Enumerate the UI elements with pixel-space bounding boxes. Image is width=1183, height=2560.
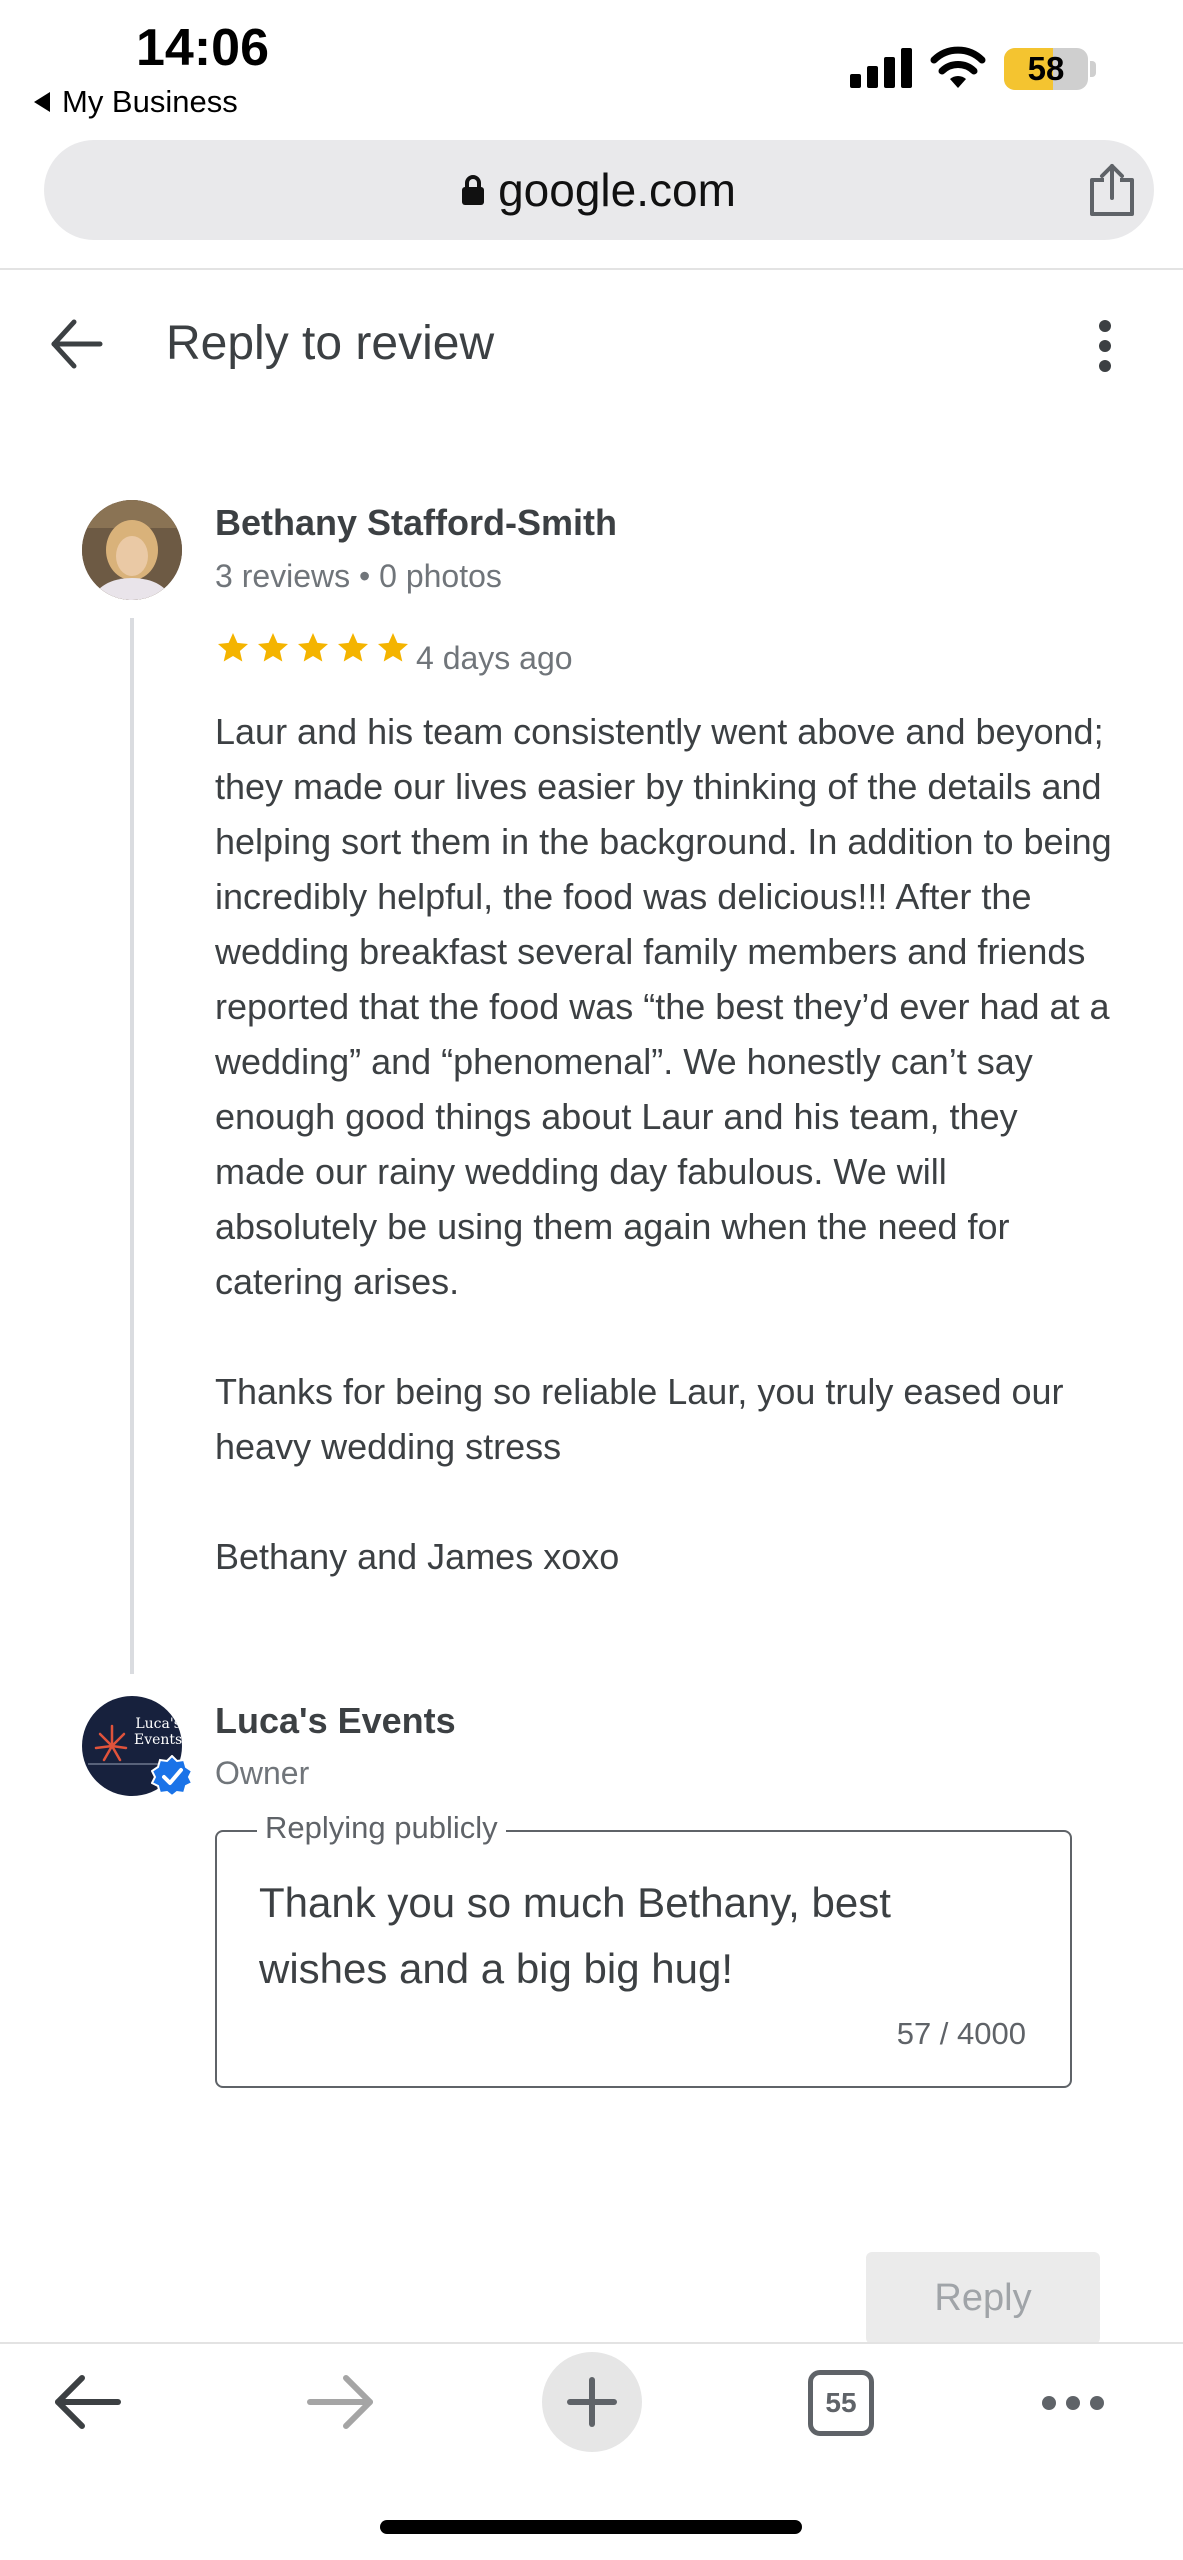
status-time: 14:06 (136, 19, 269, 77)
reply-textarea[interactable]: Thank you so much Bethany, best wishes a… (259, 1870, 1029, 2010)
review-date: 4 days ago (416, 640, 573, 676)
thread-line (130, 618, 134, 1674)
battery-indicator: 58 (1004, 48, 1096, 90)
star-rating (215, 630, 411, 666)
plus-icon (567, 2377, 617, 2427)
owner-role: Owner (215, 1755, 310, 1791)
review-paragraph: Thanks for being so reliable Laur, you t… (215, 1371, 1064, 1467)
reviewer-name: Bethany Stafford-Smith (215, 502, 618, 543)
top-divider (0, 268, 1183, 270)
back-triangle-icon (34, 92, 50, 112)
character-count: 57 / 4000 (896, 2016, 1026, 2051)
verified-badge-icon (151, 1755, 193, 1797)
share-icon[interactable] (1084, 162, 1140, 218)
tab-switcher-button[interactable]: 55 (808, 2370, 874, 2436)
reply-field-label: Replying publicly (257, 1810, 506, 1846)
reviewer-avatar (82, 500, 182, 600)
more-options-icon[interactable] (1090, 318, 1120, 374)
new-tab-button[interactable] (542, 2352, 642, 2452)
page-title: Reply to review (166, 317, 495, 370)
review-paragraph: Laur and his team consistently went abov… (215, 711, 1112, 1302)
cellular-signal-icon (850, 48, 912, 88)
star-icon (218, 633, 248, 662)
star-icon (298, 633, 328, 662)
lock-icon (462, 175, 485, 205)
home-indicator (380, 2520, 802, 2534)
star-icon (338, 633, 368, 662)
reply-button[interactable]: Reply (866, 2252, 1100, 2344)
owner-name: Luca's Events (215, 1700, 456, 1741)
address-bar[interactable]: google.com (44, 140, 1154, 240)
star-icon (258, 633, 288, 662)
browser-menu-icon[interactable] (1040, 2390, 1106, 2416)
wifi-icon (930, 46, 986, 88)
battery-level: 58 (1027, 50, 1065, 87)
back-to-app-link[interactable]: My Business (34, 84, 238, 120)
owner-logo-text: Luca's Events (134, 1716, 182, 1748)
review-signoff: Bethany and James xoxo (215, 1536, 620, 1577)
back-arrow-icon[interactable] (48, 316, 108, 372)
browser-back-icon[interactable] (52, 2372, 124, 2432)
star-icon (378, 633, 408, 662)
status-bar: 14:06 My Business 58 (0, 0, 1183, 130)
browser-forward-icon[interactable] (304, 2372, 376, 2432)
url-text: google.com (498, 164, 736, 216)
reviewer-meta: 3 reviews • 0 photos (215, 558, 502, 594)
review-text: Laur and his team consistently went abov… (215, 704, 1115, 1584)
back-app-label: My Business (62, 84, 238, 119)
